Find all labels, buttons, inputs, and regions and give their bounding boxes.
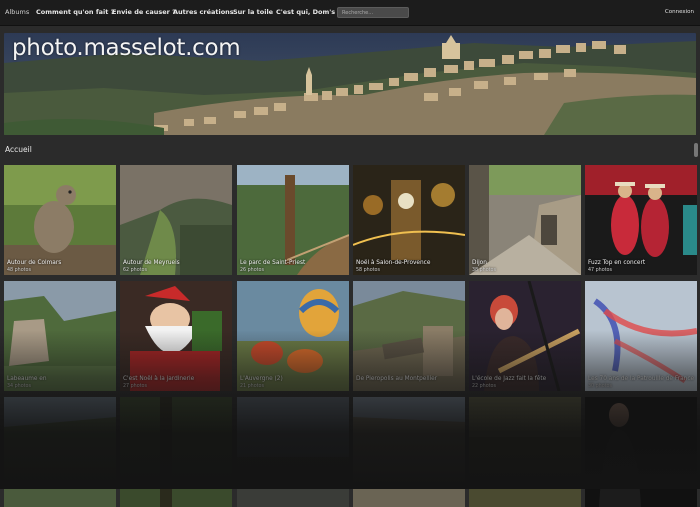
album-title: L'Auvergne (2): [240, 376, 283, 382]
album-title: Autour de Colmars: [7, 260, 62, 266]
album-tile[interactable]: [353, 397, 465, 507]
album-tile[interactable]: Autour de Colmars 48 photos: [4, 165, 116, 275]
site-banner[interactable]: photo.masselot.com: [4, 33, 696, 135]
album-photo-count: 27 photos: [123, 384, 147, 389]
album-photo-count: 48 photos: [7, 268, 31, 273]
album-tile[interactable]: [469, 397, 581, 507]
scrollbar-thumb[interactable]: [694, 143, 698, 157]
album-photo-count: 47 photos: [588, 268, 612, 273]
album-title: Le parc de Saint-Priest: [240, 260, 306, 266]
search-input[interactable]: Recherche...: [337, 7, 409, 18]
album-title: L'école de Jazz fait la fête: [472, 376, 547, 382]
album-photo-count: 38 photos: [472, 268, 496, 273]
album-thumbnail: [585, 281, 697, 391]
album-title: Noël à Salon-de-Provence: [356, 260, 431, 266]
nav-albums[interactable]: Albums: [5, 8, 29, 16]
album-photo-count: 22 photos: [472, 384, 496, 389]
album-thumbnail: [585, 165, 697, 275]
nav-comment-quon-fait[interactable]: Comment qu'on fait ?: [36, 8, 114, 16]
album-thumbnail: [353, 397, 465, 507]
album-tile[interactable]: Autour de Meyrueis 62 photos: [120, 165, 232, 275]
album-thumbnail: [120, 281, 232, 391]
album-title: C'est Noël à la jardinerie: [123, 376, 195, 382]
album-title: Fuzz Top en concert: [588, 260, 646, 266]
breadcrumb: Accueil: [0, 140, 700, 162]
album-thumbnail: [4, 165, 116, 275]
album-photo-count: 34 photos: [7, 384, 31, 389]
breadcrumb-home[interactable]: Accueil: [5, 145, 32, 154]
album-thumbnail: [469, 397, 581, 507]
album-tile[interactable]: [585, 397, 697, 507]
album-thumbnail: [585, 397, 697, 507]
top-navigation-bar: Albums Comment qu'on fait ? Envie de cau…: [0, 0, 700, 26]
album-thumbnail: [469, 165, 581, 275]
album-thumbnail: [4, 281, 116, 391]
album-photo-count: 26 photos: [240, 268, 264, 273]
album-tile[interactable]: C'est Noël à la jardinerie 27 photos: [120, 281, 232, 391]
site-title[interactable]: photo.masselot.com: [12, 35, 241, 61]
album-photo-count: 62 photos: [123, 268, 147, 273]
album-tile[interactable]: [4, 397, 116, 507]
album-thumbnail: [469, 281, 581, 391]
album-tile[interactable]: Le parc de Saint-Priest 26 photos: [237, 165, 349, 275]
album-thumbnail: [120, 165, 232, 275]
album-thumbnail: [237, 397, 349, 507]
album-title: Labeaume en: [7, 376, 47, 382]
album-thumbnail: [120, 397, 232, 507]
album-photo-count: 30 photos: [588, 384, 612, 389]
album-tile[interactable]: [120, 397, 232, 507]
nav-envie-de-causer[interactable]: Envie de causer ?: [112, 8, 176, 16]
album-tile[interactable]: [237, 397, 349, 507]
album-tile[interactable]: Dijon 38 photos: [469, 165, 581, 275]
login-link[interactable]: Connexion: [665, 9, 694, 15]
album-thumbnail: [237, 281, 349, 391]
album-title: Les 70 ans de la Patrouille de France: [588, 376, 695, 382]
nav-autres-creations[interactable]: Autres créations: [173, 8, 234, 16]
album-photo-count: 21 photos: [240, 384, 264, 389]
album-tile[interactable]: Labeaume en 34 photos: [4, 281, 116, 391]
album-title: De Pieropolis au Montpellier: [356, 376, 438, 382]
album-title: Dijon: [472, 260, 487, 266]
album-thumbnail: [4, 397, 116, 507]
nav-sur-la-toile[interactable]: Sur la toile: [233, 8, 273, 16]
album-title: Autour de Meyrueis: [123, 260, 180, 266]
album-tile[interactable]: Noël à Salon-de-Provence 58 photos: [353, 165, 465, 275]
album-thumbnail: [353, 165, 465, 275]
album-thumbnail: [353, 281, 465, 391]
album-photo-count: 58 photos: [356, 268, 380, 273]
nav-cest-qui-doms[interactable]: C'est qui, Dom's ?: [276, 8, 341, 16]
album-tile[interactable]: De Pieropolis au Montpellier: [353, 281, 465, 391]
album-tile[interactable]: Fuzz Top en concert 47 photos: [585, 165, 697, 275]
album-thumbnail: [237, 165, 349, 275]
album-tile[interactable]: L'Auvergne (2) 21 photos: [237, 281, 349, 391]
album-tile[interactable]: Les 70 ans de la Patrouille de France 30…: [585, 281, 697, 391]
album-tile[interactable]: L'école de Jazz fait la fête 22 photos: [469, 281, 581, 391]
